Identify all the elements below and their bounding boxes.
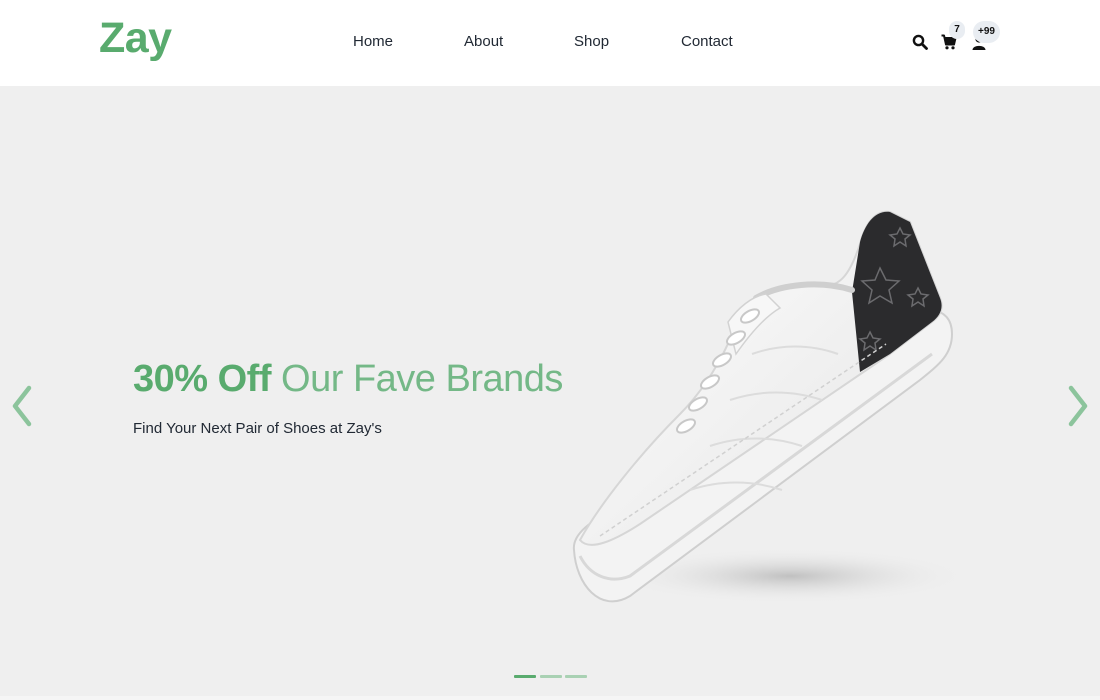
carousel-indicator-3[interactable] bbox=[565, 675, 587, 678]
carousel-indicators bbox=[514, 674, 588, 680]
chevron-left-icon[interactable] bbox=[9, 382, 35, 430]
hero-headline: 30% Off Our Fave Brands bbox=[133, 358, 563, 401]
cart-count-badge: 7 bbox=[949, 21, 965, 39]
hero-subline: Find Your Next Pair of Shoes at Zay's bbox=[133, 420, 382, 437]
carousel-indicator-1[interactable] bbox=[514, 675, 536, 678]
search-icon[interactable] bbox=[912, 34, 928, 50]
carousel-indicator-2[interactable] bbox=[540, 675, 562, 678]
header-icons: 7 +99 bbox=[0, 20, 1100, 60]
site-header: Zay Home About Shop Contact 7 +99 bbox=[0, 0, 1100, 86]
hero-shoe-image bbox=[572, 210, 970, 604]
hero-headline-strong: 30% Off bbox=[133, 358, 271, 400]
user-notification-badge: +99 bbox=[973, 21, 1000, 43]
hero-carousel: 30% Off Our Fave Brands Find Your Next P… bbox=[0, 86, 1100, 700]
page-bottom-strip bbox=[0, 696, 1100, 700]
chevron-right-icon[interactable] bbox=[1065, 382, 1091, 430]
hero-headline-light: Our Fave Brands bbox=[281, 358, 563, 400]
